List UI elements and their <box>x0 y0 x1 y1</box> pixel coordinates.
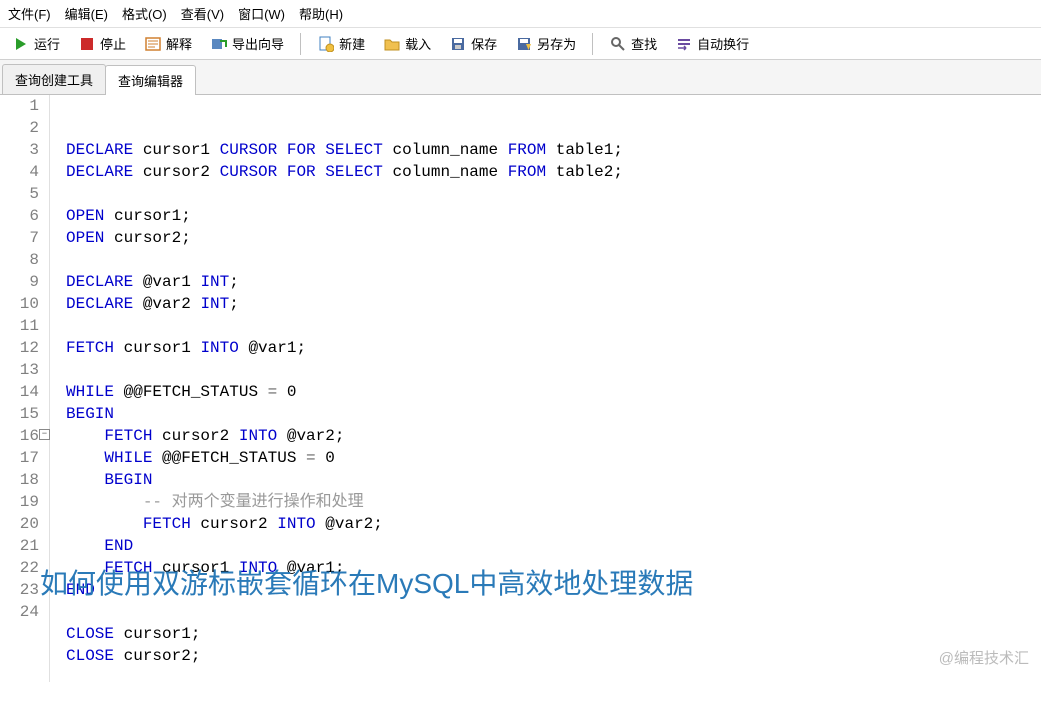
code-line[interactable]: -- 对两个变量进行操作和处理 <box>66 491 623 513</box>
code-line[interactable]: FETCH cursor1 INTO @var1; <box>66 337 623 359</box>
wrap-label: 自动换行 <box>697 34 749 53</box>
code-line[interactable]: FETCH cursor2 INTO @var2; <box>66 513 623 535</box>
fold-marker-icon[interactable]: − <box>39 429 50 440</box>
save-icon <box>449 35 467 53</box>
line-number: 15 <box>0 403 41 425</box>
line-number: 18 <box>0 469 41 491</box>
line-number: 16− <box>0 425 41 447</box>
code-line[interactable]: WHILE @@FETCH_STATUS = 0 <box>66 447 623 469</box>
line-number: 8 <box>0 249 41 271</box>
saveas-icon <box>515 35 533 53</box>
line-number: 24 <box>0 601 41 623</box>
load-label: 载入 <box>405 34 431 53</box>
code-line[interactable]: BEGIN <box>66 469 623 491</box>
line-number: 3 <box>0 139 41 161</box>
code-line[interactable]: DECLARE cursor1 CURSOR FOR SELECT column… <box>66 139 623 161</box>
new-button[interactable]: 新建 <box>311 32 371 55</box>
load-icon <box>383 35 401 53</box>
stop-label: 停止 <box>100 34 126 53</box>
line-number: 5 <box>0 183 41 205</box>
code-line[interactable]: DECLARE cursor2 CURSOR FOR SELECT column… <box>66 161 623 183</box>
search-icon <box>609 35 627 53</box>
code-line[interactable]: DECLARE @var1 INT; <box>66 271 623 293</box>
menu-window[interactable]: 窗口(W) <box>238 4 285 23</box>
code-line[interactable] <box>66 601 623 623</box>
line-number: 20 <box>0 513 41 535</box>
code-area[interactable]: DECLARE cursor1 CURSOR FOR SELECT column… <box>50 95 623 682</box>
wrap-button[interactable]: 自动换行 <box>669 32 755 55</box>
code-line[interactable] <box>66 183 623 205</box>
line-number: 1 <box>0 95 41 117</box>
line-number: 21 <box>0 535 41 557</box>
line-number: 23 <box>0 579 41 601</box>
code-line[interactable]: END <box>66 579 623 601</box>
tab-bar: 查询创建工具 查询编辑器 <box>0 60 1041 95</box>
menu-bar: 文件(F) 编辑(E) 格式(O) 查看(V) 窗口(W) 帮助(H) <box>0 0 1041 28</box>
code-line[interactable]: OPEN cursor2; <box>66 227 623 249</box>
code-line[interactable] <box>66 359 623 381</box>
menu-file[interactable]: 文件(F) <box>8 4 51 23</box>
tab-query-builder[interactable]: 查询创建工具 <box>2 64 106 94</box>
line-number: 13 <box>0 359 41 381</box>
find-button[interactable]: 查找 <box>603 32 663 55</box>
code-line[interactable] <box>66 315 623 337</box>
explain-button[interactable]: 解释 <box>138 32 198 55</box>
tab-query-editor[interactable]: 查询编辑器 <box>105 65 196 95</box>
explain-label: 解释 <box>166 34 192 53</box>
load-button[interactable]: 载入 <box>377 32 437 55</box>
line-number: 11 <box>0 315 41 337</box>
find-label: 查找 <box>631 34 657 53</box>
code-line[interactable]: DECLARE @var2 INT; <box>66 293 623 315</box>
code-line[interactable]: END <box>66 535 623 557</box>
export-label: 导出向导 <box>232 34 284 53</box>
line-gutter: 12345678910111213141516−1718192021222324 <box>0 95 50 682</box>
line-number: 2 <box>0 117 41 139</box>
line-number: 6 <box>0 205 41 227</box>
toolbar: 运行 停止 解释 导出向导 新建 载入 保存 另存为 查找 自动换行 <box>0 28 1041 60</box>
line-number: 12 <box>0 337 41 359</box>
run-button[interactable]: 运行 <box>6 32 66 55</box>
code-line[interactable] <box>66 249 623 271</box>
stop-icon <box>78 35 96 53</box>
code-line[interactable]: FETCH cursor1 INTO @var1; <box>66 557 623 579</box>
run-label: 运行 <box>34 34 60 53</box>
line-number: 14 <box>0 381 41 403</box>
code-line[interactable]: BEGIN <box>66 403 623 425</box>
menu-view[interactable]: 查看(V) <box>181 4 224 23</box>
stop-button[interactable]: 停止 <box>72 32 132 55</box>
separator <box>592 33 593 55</box>
separator <box>300 33 301 55</box>
code-line[interactable]: WHILE @@FETCH_STATUS = 0 <box>66 381 623 403</box>
code-line[interactable]: CLOSE cursor1; <box>66 623 623 645</box>
line-number: 9 <box>0 271 41 293</box>
new-icon <box>317 35 335 53</box>
play-icon <box>12 35 30 53</box>
code-line[interactable]: OPEN cursor1; <box>66 205 623 227</box>
export-icon <box>210 35 228 53</box>
line-number: 22 <box>0 557 41 579</box>
save-label: 保存 <box>471 34 497 53</box>
line-number: 4 <box>0 161 41 183</box>
code-line[interactable]: FETCH cursor2 INTO @var2; <box>66 425 623 447</box>
code-line[interactable]: CLOSE cursor2; <box>66 645 623 667</box>
wrap-icon <box>675 35 693 53</box>
menu-format[interactable]: 格式(O) <box>122 4 167 23</box>
menu-help[interactable]: 帮助(H) <box>299 4 343 23</box>
explain-icon <box>144 35 162 53</box>
watermark: ​@编程技术汇 <box>939 648 1029 670</box>
code-editor[interactable]: 12345678910111213141516−1718192021222324… <box>0 95 1041 682</box>
save-button[interactable]: 保存 <box>443 32 503 55</box>
export-button[interactable]: 导出向导 <box>204 32 290 55</box>
new-label: 新建 <box>339 34 365 53</box>
line-number: 19 <box>0 491 41 513</box>
line-number: 17 <box>0 447 41 469</box>
menu-edit[interactable]: 编辑(E) <box>65 4 108 23</box>
saveas-button[interactable]: 另存为 <box>509 32 582 55</box>
line-number: 10 <box>0 293 41 315</box>
saveas-label: 另存为 <box>537 34 576 53</box>
line-number: 7 <box>0 227 41 249</box>
